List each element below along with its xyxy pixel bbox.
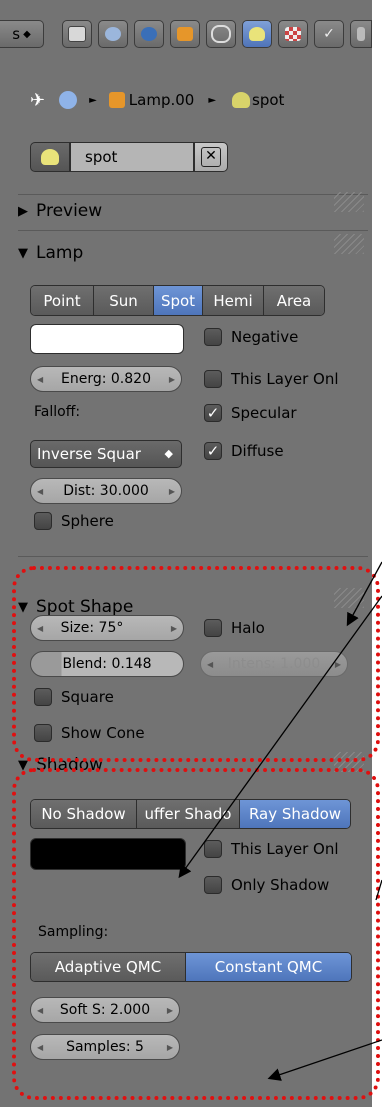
arrow-stub (375, 879, 382, 901)
arrow-to-shadow-color (178, 595, 382, 879)
arrow-to-spot-shape (346, 561, 382, 627)
arrow-to-samples (267, 1039, 382, 1081)
annotation-arrows (178, 561, 382, 1081)
